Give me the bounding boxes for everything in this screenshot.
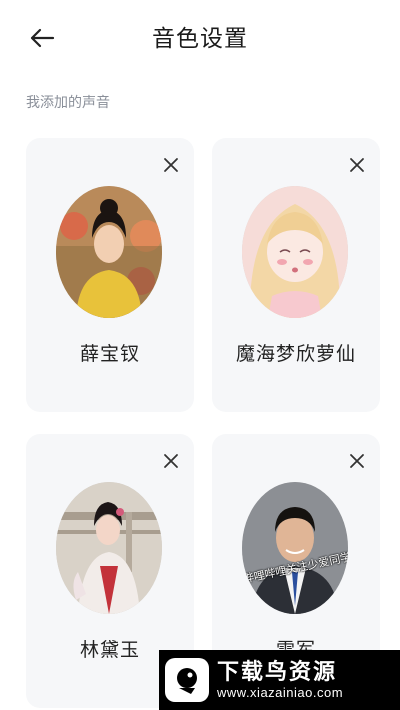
- voice-card[interactable]: 薛宝钗: [26, 138, 194, 412]
- badge-url: www.xiazainiao.com: [217, 685, 344, 700]
- close-icon: [164, 454, 178, 468]
- voice-avatar: [56, 482, 162, 614]
- voice-name: 薛宝钗: [79, 344, 140, 365]
- close-button[interactable]: [160, 450, 182, 472]
- voice-name: 魔海梦欣萝仙: [235, 344, 356, 365]
- badge-title: 下载鸟资源: [217, 659, 338, 684]
- voice-avatar: [56, 186, 162, 318]
- site-watermark-badge: 下载鸟资源 www.xiazainiao.com: [159, 650, 400, 710]
- close-icon: [164, 158, 178, 172]
- voice-avatar: 哔哩哔哩关注少爱同学: [242, 482, 348, 614]
- close-icon: [350, 158, 364, 172]
- close-button[interactable]: [346, 154, 368, 176]
- voice-card[interactable]: 魔海梦欣萝仙: [212, 138, 380, 412]
- header: 音色设置: [0, 0, 400, 76]
- section-label: 我添加的声音: [26, 94, 110, 110]
- bird-logo-icon: [165, 658, 209, 702]
- close-icon: [350, 454, 364, 468]
- close-button[interactable]: [160, 154, 182, 176]
- voice-avatar: [242, 186, 348, 318]
- close-button[interactable]: [346, 450, 368, 472]
- page-title: 音色设置: [152, 25, 248, 51]
